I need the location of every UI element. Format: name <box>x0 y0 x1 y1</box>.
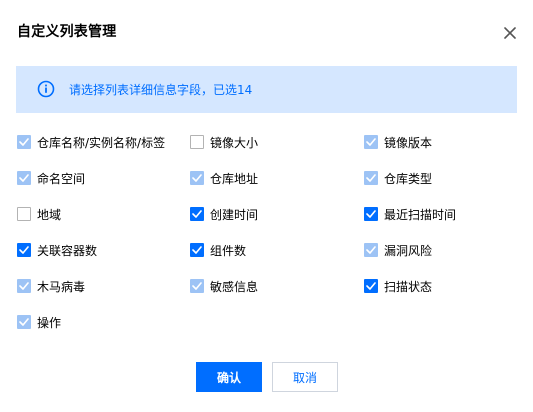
field-checkbox-label: 关联容器数 <box>37 243 98 258</box>
field-checkbox-label: 最近扫描时间 <box>384 207 457 222</box>
checkbox-checked-icon <box>17 171 31 185</box>
checkbox-checked-icon[interactable] <box>190 243 204 257</box>
checkbox-unchecked-icon[interactable] <box>190 135 204 149</box>
field-checkbox[interactable]: 组件数 <box>190 241 246 259</box>
checkbox-checked-icon[interactable] <box>364 279 378 293</box>
checkbox-checked-icon <box>364 171 378 185</box>
field-checkbox: 木马病毒 <box>17 277 85 295</box>
field-checkbox-label: 仓库类型 <box>384 171 433 186</box>
field-checkbox[interactable]: 地域 <box>17 205 61 223</box>
info-banner: 请选择列表详细信息字段，已选14 <box>16 66 517 113</box>
field-checkbox[interactable]: 最近扫描时间 <box>364 205 456 223</box>
close-button[interactable] <box>499 22 521 44</box>
checkbox-checked-icon <box>17 135 31 149</box>
checkbox-checked-icon <box>364 135 378 149</box>
checkbox-checked-icon[interactable] <box>364 207 378 221</box>
dialog-footer: 确认 取消 <box>0 362 533 392</box>
dialog-title: 自定义列表管理 <box>17 24 117 40</box>
info-text: 请选择列表详细信息字段，已选14 <box>69 83 253 97</box>
field-checkbox: 漏洞风险 <box>364 241 432 259</box>
field-checkbox[interactable]: 创建时间 <box>190 205 258 223</box>
close-icon <box>504 27 516 39</box>
field-checkbox: 敏感信息 <box>190 277 258 295</box>
checkbox-unchecked-icon[interactable] <box>17 207 31 221</box>
checkbox-checked-icon <box>190 171 204 185</box>
field-checkbox: 操作 <box>17 313 61 331</box>
field-checkbox-label: 木马病毒 <box>37 279 86 294</box>
custom-list-dialog: 自定义列表管理 请选择列表详细信息字段，已选14 仓库名称/实例名称/标签 镜像大… <box>0 0 533 412</box>
field-checkbox-label: 仓库地址 <box>210 171 259 186</box>
field-checkbox: 镜像版本 <box>364 133 432 151</box>
field-checkbox-label: 地域 <box>37 207 62 222</box>
field-checkbox-label: 敏感信息 <box>210 279 259 294</box>
field-checkbox: 仓库名称/实例名称/标签 <box>17 133 165 151</box>
field-checkbox[interactable]: 扫描状态 <box>364 277 432 295</box>
field-checkbox-label: 镜像大小 <box>210 135 259 150</box>
cancel-button[interactable]: 取消 <box>272 362 338 392</box>
field-checkbox-label: 组件数 <box>210 243 247 258</box>
checkbox-checked-icon <box>364 243 378 257</box>
field-checkbox[interactable]: 关联容器数 <box>17 241 97 259</box>
confirm-button[interactable]: 确认 <box>196 362 262 392</box>
field-checkbox[interactable]: 镜像大小 <box>190 133 258 151</box>
checkbox-checked-icon[interactable] <box>190 207 204 221</box>
field-checkbox: 命名空间 <box>17 169 85 187</box>
field-checkbox-label: 创建时间 <box>210 207 259 222</box>
field-checkbox-label: 扫描状态 <box>384 279 433 294</box>
checkbox-checked-icon[interactable] <box>17 243 31 257</box>
field-checkbox-label: 操作 <box>37 315 62 330</box>
field-checkbox-label: 镜像版本 <box>384 135 433 150</box>
field-checkbox: 仓库类型 <box>364 169 432 187</box>
checkbox-checked-icon <box>190 279 204 293</box>
checkbox-checked-icon <box>17 279 31 293</box>
field-checkbox-label: 仓库名称/实例名称/标签 <box>37 135 166 150</box>
field-checkbox: 仓库地址 <box>190 169 258 187</box>
field-checkbox-label: 漏洞风险 <box>384 243 433 258</box>
info-icon <box>37 80 55 98</box>
field-checkbox-label: 命名空间 <box>37 171 86 186</box>
checkbox-checked-icon <box>17 315 31 329</box>
